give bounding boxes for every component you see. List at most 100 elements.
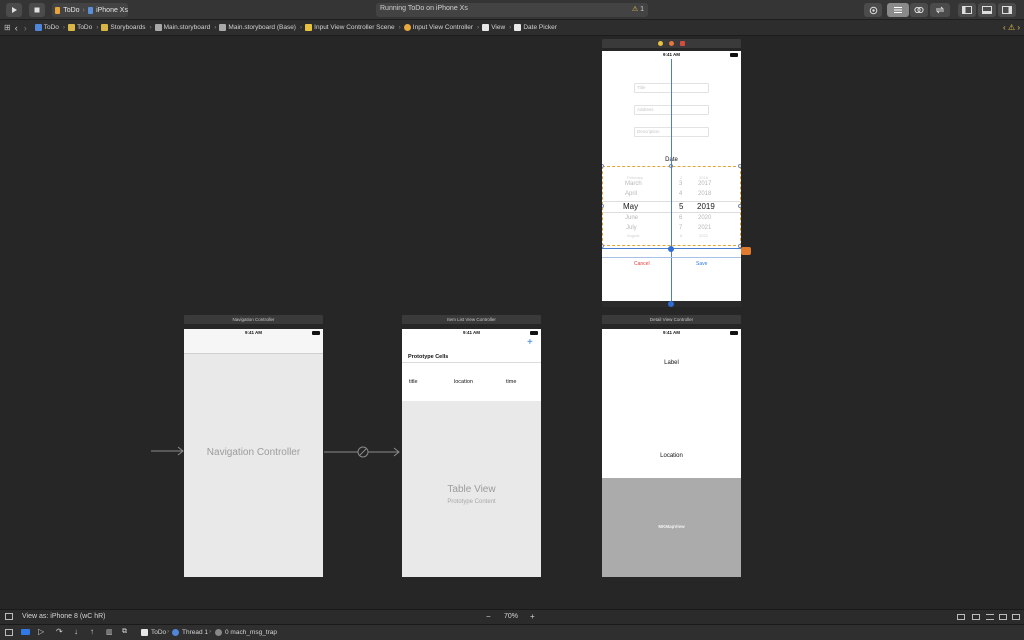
relationship-segue[interactable]: [323, 446, 403, 458]
breadcrumb-view[interactable]: View ›: [482, 24, 511, 31]
step-out-icon[interactable]: ↑: [90, 627, 94, 636]
input-scene-dock[interactable]: [602, 39, 741, 48]
breadcrumb-file[interactable]: Main.storyboard ›: [154, 24, 217, 31]
cell-title-label: title: [409, 379, 418, 385]
stop-button[interactable]: [29, 3, 45, 17]
debug-app-name[interactable]: ToDo: [151, 629, 166, 636]
warning-icon: ⚠: [1007, 23, 1016, 32]
breadcrumb-label: ToDo: [77, 24, 93, 31]
warning-count: 1: [640, 6, 644, 13]
breadcrumb-scene[interactable]: Input View Controller Scene ›: [305, 24, 401, 31]
detail-scene-dock[interactable]: Detail View Controller: [602, 315, 741, 324]
first-responder-icon[interactable]: [669, 41, 674, 46]
navigation-scene-dock[interactable]: Navigation Controller: [184, 315, 323, 324]
chevron-right-icon: ›: [299, 24, 303, 31]
exit-icon[interactable]: [680, 41, 685, 46]
prototype-content-label: Prototype Content: [447, 499, 496, 505]
breadcrumb-project[interactable]: ToDo ›: [34, 24, 65, 31]
chevron-right-icon: ›: [214, 24, 217, 31]
stack-frame-icon: [215, 629, 222, 636]
picker-day: 8: [680, 233, 683, 238]
debug-thread[interactable]: Thread 1: [182, 629, 208, 636]
resolve-issues-icon[interactable]: [1012, 614, 1020, 620]
toolbar: ToDo › iPhone Xs Running ToDo on iPhone …: [0, 0, 1024, 20]
chevron-right-icon: ›: [82, 6, 85, 14]
thread-icon: [172, 629, 179, 636]
back-arrow-icon[interactable]: ‹: [15, 23, 18, 33]
battery-icon: [730, 53, 738, 57]
toggle-inspector-button[interactable]: [998, 3, 1016, 17]
detail-view-controller[interactable]: 9:41 AM Label Location MKMapView: [602, 329, 741, 577]
map-view[interactable]: MKMapView: [602, 478, 741, 577]
view-controller-icon[interactable]: [658, 41, 663, 46]
view-icon: [482, 24, 490, 31]
storyboard-canvas[interactable]: 9:41 AM Title Address Description Date F…: [0, 36, 1024, 609]
cancel-button[interactable]: Cancel: [634, 261, 650, 267]
table-view-label: Table View: [447, 484, 496, 495]
constraint-anchor[interactable]: [668, 246, 674, 252]
align-icon[interactable]: [986, 614, 994, 620]
chevron-right-icon: ›: [96, 24, 99, 31]
picker-month: February: [627, 175, 644, 180]
forward-arrow-icon[interactable]: ›: [24, 23, 27, 33]
breadcrumb-date-picker[interactable]: Date Picker: [514, 24, 557, 31]
breadcrumb-view-controller[interactable]: Input View Controller ›: [403, 24, 479, 31]
chevron-right-icon: ›: [509, 24, 512, 31]
picker-month: March: [625, 181, 642, 187]
run-button[interactable]: [6, 3, 22, 17]
breadcrumb-label: Date Picker: [523, 24, 557, 31]
toggle-navigator-button[interactable]: [958, 3, 976, 17]
view-hierarchy-icon[interactable]: ▥: [106, 628, 113, 636]
zoom-in-button[interactable]: +: [530, 612, 535, 621]
breadcrumb-label: Main.storyboard (Base): [228, 24, 296, 31]
picker-month: July: [626, 225, 637, 231]
breadcrumb-label: View: [491, 24, 506, 31]
update-frames-icon[interactable]: [957, 614, 965, 620]
status-bar: 9:41 AM: [402, 329, 541, 337]
item-list-view-controller[interactable]: 9:41 AM + Prototype Cells title location…: [402, 329, 541, 577]
save-button[interactable]: Save: [696, 261, 707, 267]
status-time: 9:41 AM: [462, 330, 481, 335]
constraint-anchor[interactable]: [668, 301, 674, 307]
standard-editor-button[interactable]: [887, 3, 909, 17]
scheme-selector[interactable]: ToDo › iPhone Xs: [52, 3, 128, 17]
embed-in-stack-icon[interactable]: [972, 614, 980, 620]
breakpoints-toggle-icon[interactable]: [21, 629, 30, 635]
breadcrumb-label: Storyboards: [110, 24, 146, 31]
input-view-controller[interactable]: 9:41 AM Title Address Description Date F…: [602, 51, 741, 301]
navigation-controller[interactable]: 9:41 AM Navigation Controller: [184, 329, 323, 577]
debug-panel-icon: [982, 6, 992, 14]
folder-icon: [68, 24, 76, 31]
breadcrumb-group-storyboards[interactable]: Storyboards ›: [101, 24, 152, 31]
step-over-icon[interactable]: ↷: [56, 627, 63, 636]
resize-handle[interactable]: [738, 164, 741, 168]
date-picker-icon: [514, 24, 522, 31]
add-button[interactable]: +: [527, 337, 533, 348]
continue-icon[interactable]: ▷: [38, 627, 44, 636]
view-as-device-button[interactable]: View as: iPhone 8 (wC hR): [22, 613, 106, 620]
version-editor-icon: [935, 6, 945, 14]
warning-indicator[interactable]: ⚠ 1: [632, 5, 644, 13]
debug-frame[interactable]: 0 mach_msg_trap: [225, 629, 277, 636]
itemlist-scene-dock[interactable]: Item List View Controller: [402, 315, 541, 324]
version-editor-button[interactable]: [930, 3, 950, 17]
step-into-icon[interactable]: ↓: [74, 627, 78, 636]
breadcrumb-localization[interactable]: Main.storyboard (Base) ›: [219, 24, 302, 31]
assistant-editor-button[interactable]: [910, 3, 928, 17]
constraint-warning-badge[interactable]: [741, 247, 751, 255]
zoom-out-button[interactable]: −: [486, 612, 491, 621]
add-constraints-icon[interactable]: [999, 614, 1007, 620]
resize-handle[interactable]: [738, 204, 741, 208]
library-button[interactable]: [864, 3, 882, 17]
document-outline-toggle-icon[interactable]: [5, 613, 13, 620]
hide-debug-area-icon[interactable]: [5, 629, 13, 636]
related-items-icon[interactable]: ⊞: [4, 23, 11, 32]
debug-bar: ▷ ↷ ↓ ↑ ▥ ⧉ ToDo › Thread 1 › 0 mach_msg…: [0, 624, 1024, 640]
map-view-label: MKMapView: [658, 524, 685, 529]
toggle-debug-area-button[interactable]: [978, 3, 996, 17]
picker-year: 2021: [698, 225, 712, 231]
breadcrumb-group-todo[interactable]: ToDo ›: [68, 24, 98, 31]
memory-graph-icon[interactable]: ⧉: [122, 628, 127, 636]
issue-navigation[interactable]: ‹ ⚠ ›: [1003, 23, 1020, 32]
navigation-controller-label: Navigation Controller: [206, 447, 301, 458]
